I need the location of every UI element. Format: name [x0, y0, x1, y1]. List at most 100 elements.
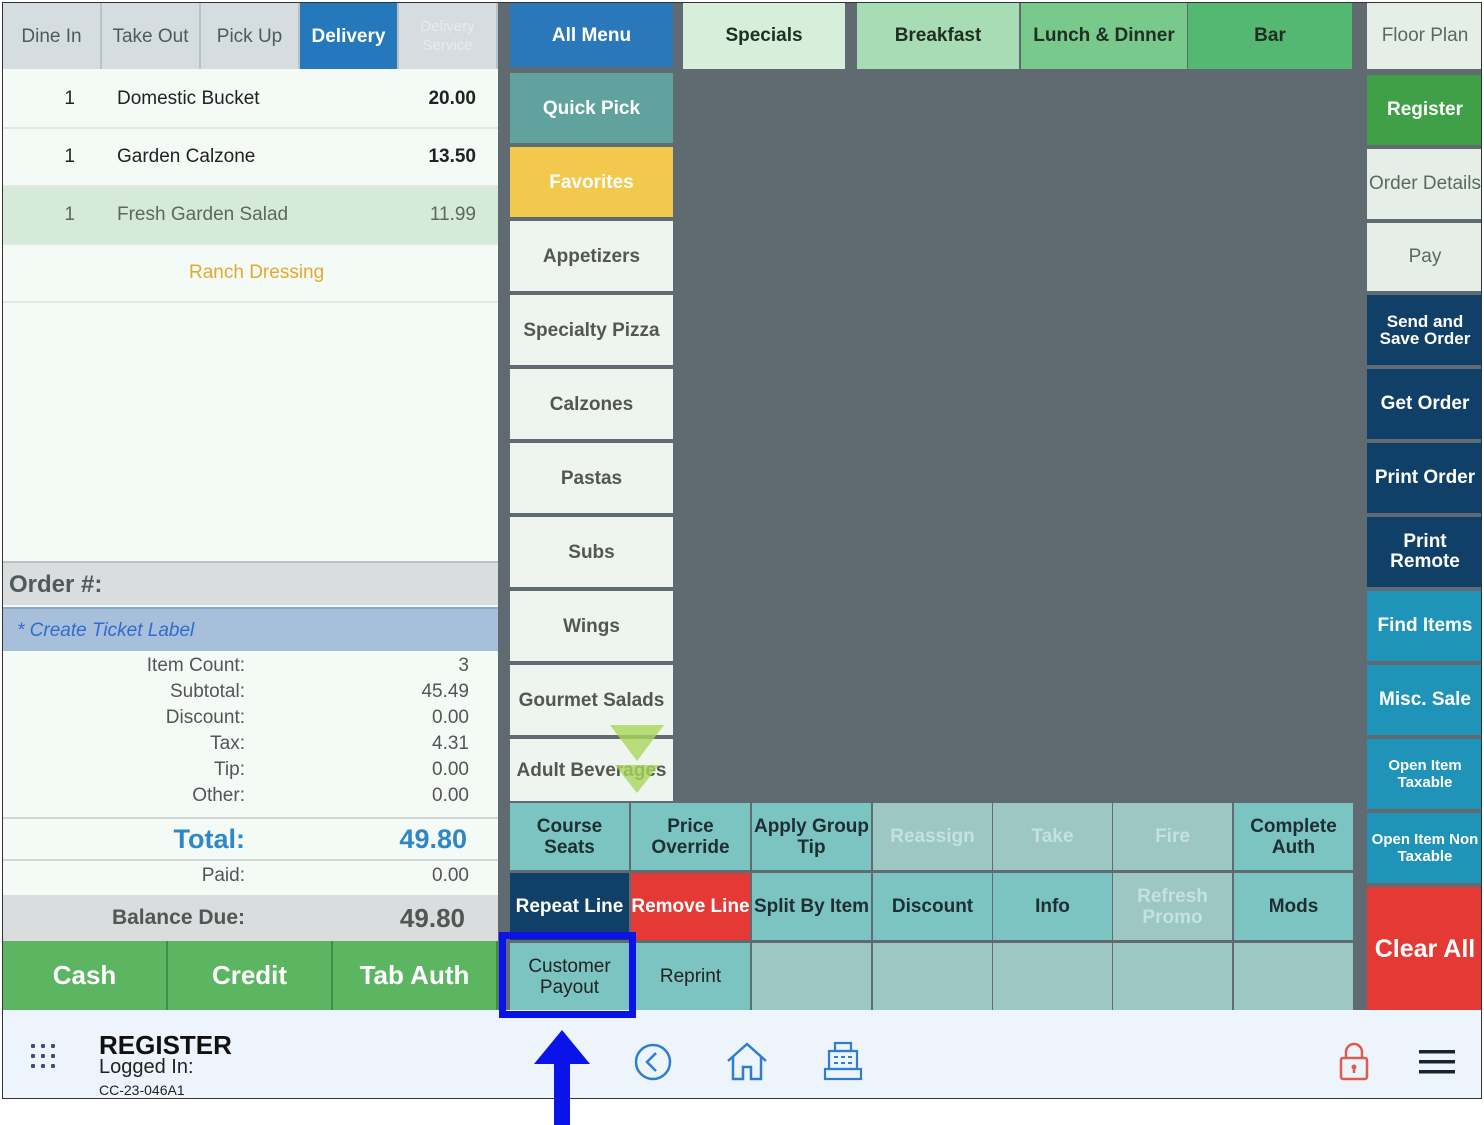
mods-button[interactable]: Mods	[1234, 873, 1353, 940]
category-all-menu[interactable]: All Menu	[510, 3, 673, 67]
repeat-line-button[interactable]: Repeat Line	[510, 873, 629, 940]
category-quick-pick[interactable]: Quick Pick	[510, 73, 673, 143]
empty-action-slot	[752, 943, 871, 1010]
order-panel: Dine In Take Out Pick Up Delivery Delive…	[3, 3, 498, 1010]
category-subs[interactable]: Subs	[510, 517, 673, 587]
complete-auth-button[interactable]: Complete Auth	[1234, 803, 1353, 870]
open-item-taxable-button[interactable]: Open Item Taxable	[1367, 739, 1481, 809]
total-line-value: 4.31	[432, 733, 469, 754]
grand-total-value: 49.80	[399, 823, 467, 854]
cash-register-icon[interactable]	[821, 1040, 865, 1082]
apps-grid-icon[interactable]	[31, 1044, 57, 1070]
tab-delivery-service[interactable]: Delivery Service	[399, 3, 498, 69]
total-line-value: 0.00	[432, 759, 469, 780]
refresh-promo-button[interactable]: Refresh Promo	[1113, 873, 1232, 940]
tab-auth-button[interactable]: Tab Auth	[333, 941, 498, 1010]
order-line[interactable]: 1 Domestic Bucket 20.00	[3, 71, 498, 129]
order-totals: Item Count: 3 Subtotal: 45.49 Discount: 0.0…	[3, 655, 498, 811]
line-name: Domestic Bucket	[117, 88, 260, 109]
paid-line: Paid: 0.00	[3, 865, 498, 891]
lock-icon[interactable]	[1337, 1040, 1371, 1082]
menu-tab-bar[interactable]: Bar	[1188, 3, 1352, 69]
order-line-modifier[interactable]: Ranch Dressing	[3, 245, 498, 303]
empty-action-slot	[873, 943, 992, 1010]
empty-action-slot	[993, 943, 1112, 1010]
menu-tab-breakfast[interactable]: Breakfast	[857, 3, 1019, 69]
category-appetizers[interactable]: Appetizers	[510, 221, 673, 291]
credit-button[interactable]: Credit	[168, 941, 333, 1010]
tab-dine-in[interactable]: Dine In	[3, 3, 102, 69]
category-favorites[interactable]: Favorites	[510, 147, 673, 217]
line-qty: 1	[64, 88, 75, 109]
tab-delivery[interactable]: Delivery	[300, 3, 399, 69]
balance-value: 49.80	[399, 902, 465, 933]
remove-line-button[interactable]: Remove Line	[631, 873, 750, 940]
order-lines: 1 Domestic Bucket 20.00 1 Garden Calzone…	[3, 71, 498, 303]
paid-label: Paid:	[201, 865, 245, 886]
total-line: Other: 0.00	[3, 785, 498, 811]
print-order-button[interactable]: Print Order	[1367, 443, 1481, 513]
price-override-button[interactable]: Price Override	[631, 803, 750, 870]
order-number: Order #:	[3, 561, 498, 605]
empty-action-slot	[1234, 943, 1353, 1010]
terminal-id: CC-23-046A1	[99, 1082, 185, 1098]
total-line-value: 0.00	[432, 785, 469, 806]
line-price: 20.00	[428, 88, 476, 109]
cash-button[interactable]: Cash	[3, 941, 168, 1010]
category-calzones[interactable]: Calzones	[510, 369, 673, 439]
clear-all-button[interactable]: Clear All	[1367, 887, 1481, 1010]
pay-button[interactable]: Pay	[1367, 223, 1481, 291]
order-line-selected[interactable]: 1 Fresh Garden Salad 11.99	[3, 187, 498, 245]
scroll-down-icon[interactable]	[615, 765, 659, 793]
total-line-value: 0.00	[432, 707, 469, 728]
category-specialty-pizza[interactable]: Specialty Pizza	[510, 295, 673, 365]
open-item-non-taxable-button[interactable]: Open Item Non Taxable	[1367, 813, 1481, 883]
print-remote-button[interactable]: Print Remote	[1367, 517, 1481, 587]
apply-group-tip-button[interactable]: Apply Group Tip	[752, 803, 871, 870]
category-wings[interactable]: Wings	[510, 591, 673, 661]
menu-icon[interactable]	[1419, 1048, 1455, 1076]
total-line-label: Item Count:	[146, 655, 245, 676]
scroll-down-icon[interactable]	[610, 725, 664, 761]
create-ticket-label[interactable]: * Create Ticket Label	[3, 607, 498, 651]
tab-take-out[interactable]: Take Out	[102, 3, 201, 69]
back-icon[interactable]	[633, 1042, 673, 1082]
reprint-button[interactable]: Reprint	[631, 943, 750, 1010]
total-line: Item Count: 3	[3, 655, 498, 681]
tab-pick-up[interactable]: Pick Up	[201, 3, 300, 69]
footer-bar: REGISTER Logged In: CC-23-046A1	[3, 1010, 1481, 1098]
discount-button[interactable]: Discount	[873, 873, 992, 940]
line-name: Ranch Dressing	[189, 262, 325, 283]
order-type-tabs: Dine In Take Out Pick Up Delivery Delive…	[3, 3, 498, 69]
total-line-label: Other:	[192, 785, 245, 806]
total-line: Subtotal: 45.49	[3, 681, 498, 707]
paid-value: 0.00	[432, 865, 469, 886]
get-order-button[interactable]: Get Order	[1367, 369, 1481, 439]
register-button[interactable]: Register	[1367, 75, 1481, 145]
line-price: 11.99	[429, 204, 476, 225]
send-save-order-button[interactable]: Send and Save Order	[1367, 295, 1481, 365]
total-line-label: Subtotal:	[170, 681, 245, 702]
floor-plan-button[interactable]: Floor Plan	[1367, 3, 1481, 69]
order-line[interactable]: 1 Garden Calzone 13.50	[3, 129, 498, 187]
fire-button[interactable]: Fire	[1113, 803, 1232, 870]
take-button[interactable]: Take	[993, 803, 1112, 870]
reassign-button[interactable]: Reassign	[873, 803, 992, 870]
info-button[interactable]: Info	[993, 873, 1112, 940]
line-name: Garden Calzone	[117, 146, 256, 167]
line-name: Fresh Garden Salad	[117, 204, 289, 225]
category-pastas[interactable]: Pastas	[510, 443, 673, 513]
misc-sale-button[interactable]: Misc. Sale	[1367, 665, 1481, 735]
menu-tab-lunch-dinner[interactable]: Lunch & Dinner	[1021, 3, 1187, 69]
course-seats-button[interactable]: Course Seats	[510, 803, 629, 870]
order-details-button[interactable]: Order Details	[1367, 149, 1481, 219]
home-icon[interactable]	[725, 1040, 769, 1082]
payment-buttons: Cash Credit Tab Auth	[3, 941, 498, 1010]
split-by-item-button[interactable]: Split By Item	[752, 873, 871, 940]
total-line: Tax: 4.31	[3, 733, 498, 759]
menu-tab-specials[interactable]: Specials	[683, 3, 845, 69]
line-price: 13.50	[428, 146, 476, 167]
logged-in-label: Logged In:	[99, 1056, 194, 1078]
find-items-button[interactable]: Find Items	[1367, 591, 1481, 661]
grand-total: Total: 49.80	[3, 817, 498, 861]
